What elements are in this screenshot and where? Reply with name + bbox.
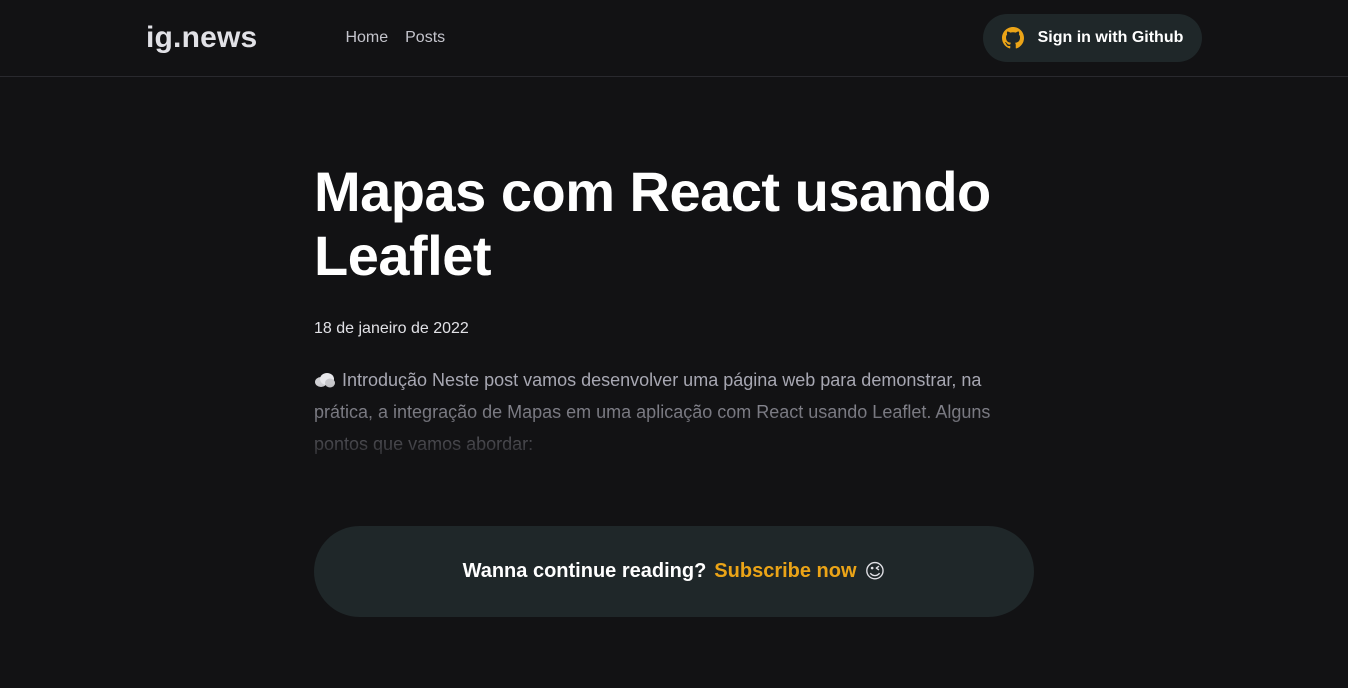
wink-emoji-icon: 😉 (864, 561, 886, 583)
continue-reading-text: Wanna continue reading? (462, 560, 707, 582)
header-content: ig.news Home Posts Sign in with Github (146, 0, 1202, 76)
post-excerpt: Introdução Neste post vamos desenvolver … (314, 364, 1034, 460)
post-article: Mapas com React usando Leaflet 18 de jan… (314, 160, 1034, 460)
github-icon (1001, 27, 1024, 49)
continue-reading-banner: Wanna continue reading? Subscribe now 😉 (314, 526, 1034, 617)
site-header: ig.news Home Posts Sign in with Github (0, 0, 1348, 77)
nav-home-link[interactable]: Home (345, 29, 388, 47)
post-excerpt-text: Introdução Neste post vamos desenvolver … (314, 370, 991, 454)
sign-in-label: Sign in with Github (1037, 29, 1184, 46)
post-title: Mapas com React usando Leaflet (314, 160, 991, 287)
subscribe-now-link[interactable]: Subscribe now (714, 560, 856, 583)
sign-in-github-button[interactable]: Sign in with Github (983, 14, 1202, 62)
site-logo[interactable]: ig.news (146, 21, 257, 55)
cloud-icon (314, 366, 336, 388)
main-nav: Home Posts (345, 0, 445, 76)
post-date: 18 de janeiro de 2022 (314, 320, 469, 337)
nav-posts-link[interactable]: Posts (405, 29, 445, 47)
